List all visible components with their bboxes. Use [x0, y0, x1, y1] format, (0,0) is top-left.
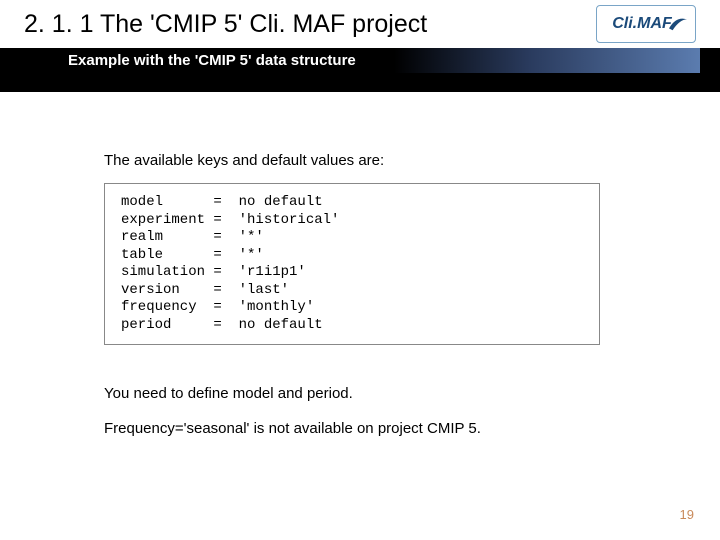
code-box: model = no default experiment = 'histori… [104, 183, 600, 345]
title-bar: 2. 1. 1 The 'CMIP 5' Cli. MAF project Cl… [0, 0, 720, 48]
note-1: You need to define model and period. [104, 385, 630, 402]
slide-header: 2. 1. 1 The 'CMIP 5' Cli. MAF project Cl… [0, 0, 720, 92]
swoosh-icon [667, 14, 689, 32]
page-number: 19 [680, 507, 694, 522]
code-listing: model = no default experiment = 'histori… [121, 194, 583, 334]
climaf-logo: Cli.MAF [596, 5, 696, 43]
slide-subtitle: Example with the 'CMIP 5' data structure [68, 52, 652, 69]
logo-text: Cli.MAF [612, 15, 672, 33]
slide-title: 2. 1. 1 The 'CMIP 5' Cli. MAF project [24, 10, 427, 39]
note-2: Frequency='seasonal' is not available on… [104, 420, 630, 437]
intro-text: The available keys and default values ar… [104, 152, 630, 169]
subtitle-bar: Example with the 'CMIP 5' data structure [20, 48, 700, 73]
slide-content: The available keys and default values ar… [0, 92, 720, 437]
